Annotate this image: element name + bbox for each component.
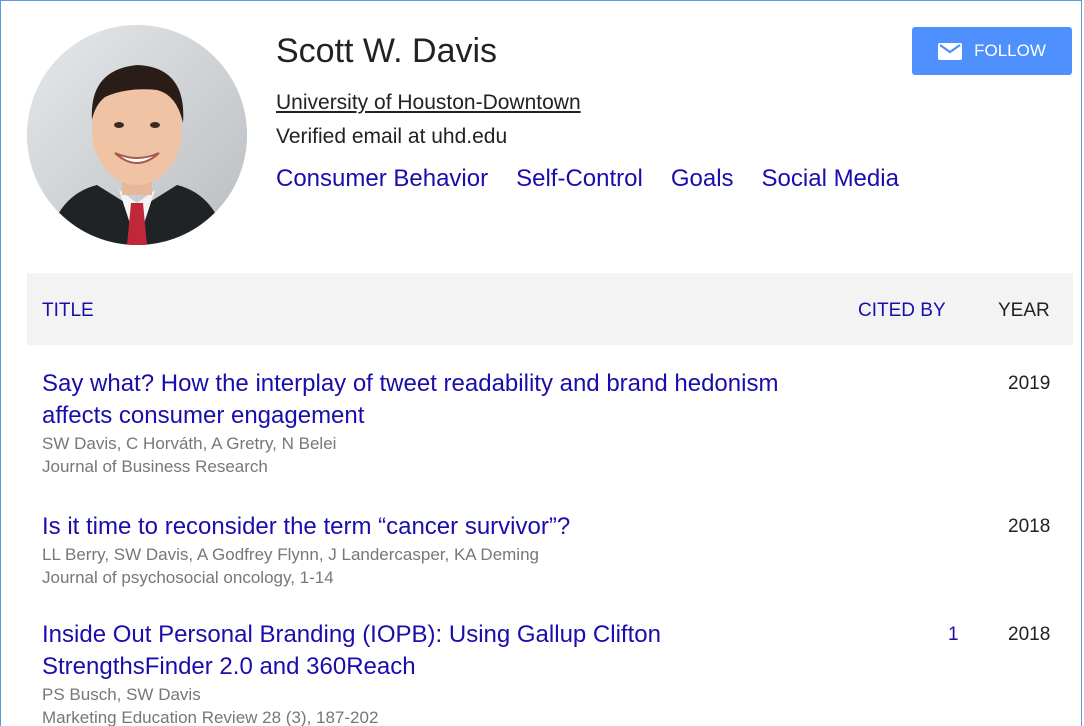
publication-title[interactable]: Inside Out Personal Branding (IOPB): Usi…: [42, 619, 802, 683]
interest-social-media[interactable]: Social Media: [762, 165, 899, 193]
interest-goals[interactable]: Goals: [671, 165, 734, 193]
interest-consumer-behavior[interactable]: Consumer Behavior: [276, 165, 488, 193]
table-row: Inside Out Personal Branding (IOPB): Usi…: [42, 619, 1062, 726]
publication-venue: Journal of psychosocial oncology, 1-14: [42, 568, 334, 587]
table-row: Is it time to reconsider the term “cance…: [42, 511, 1062, 589]
affiliation-link[interactable]: University of Houston-Downtown: [276, 91, 581, 115]
publication-title[interactable]: Is it time to reconsider the term “cance…: [42, 511, 802, 543]
mail-icon: [938, 42, 963, 60]
publication-year: 2018: [1008, 624, 1051, 645]
table-header: TITLE CITED BY YEAR: [27, 273, 1073, 345]
table-row: Say what? How the interplay of tweet rea…: [42, 368, 1062, 478]
sort-by-cited-by[interactable]: CITED BY: [858, 300, 946, 322]
sort-by-title[interactable]: TITLE: [42, 300, 94, 322]
publication-venue: Journal of Business Research: [42, 457, 268, 476]
publication-authors: SW Davis, C Horváth, A Gretry, N Belei: [42, 434, 337, 453]
follow-button[interactable]: FOLLOW: [912, 27, 1072, 75]
interest-self-control[interactable]: Self-Control: [516, 165, 643, 193]
publication-authors: LL Berry, SW Davis, A Godfrey Flynn, J L…: [42, 545, 539, 564]
follow-label: FOLLOW: [974, 41, 1046, 60]
profile-name: Scott W. Davis: [276, 32, 498, 70]
publication-venue: Marketing Education Review 28 (3), 187-2…: [42, 708, 379, 726]
profile-panel: Scott W. Davis University of Houston-Dow…: [0, 0, 1082, 726]
publication-year: 2018: [1008, 516, 1051, 537]
cited-by-count[interactable]: 1: [948, 619, 959, 651]
avatar[interactable]: [27, 25, 247, 245]
publication-title[interactable]: Say what? How the interplay of tweet rea…: [42, 368, 802, 432]
publication-year: 2019: [1008, 373, 1051, 394]
sort-by-year[interactable]: YEAR: [998, 300, 1050, 322]
publication-authors: PS Busch, SW Davis: [42, 685, 201, 704]
verified-email: Verified email at uhd.edu: [276, 125, 508, 148]
research-interests: Consumer Behavior Self-Control Goals Soc…: [276, 165, 899, 193]
